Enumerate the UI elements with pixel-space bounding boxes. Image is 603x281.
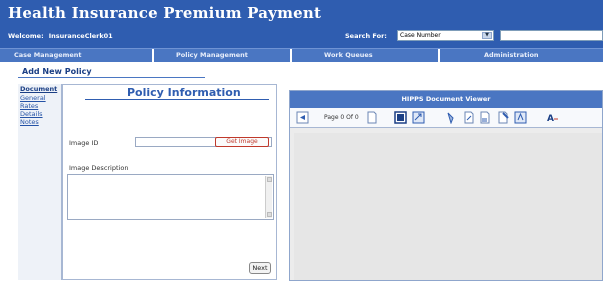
menu-case-management[interactable]: Case Management [14,49,82,62]
menu-separator [152,49,154,62]
welcome-label: Welcome: [8,32,44,40]
image-id-label: Image ID [69,139,99,147]
page-title: Add New Policy [22,67,92,76]
menu-policy-management[interactable]: Policy Management [176,49,248,62]
viewer-title: HIPPS Document Viewer [401,95,491,103]
image-description-label: Image Description [69,164,129,172]
select-icon[interactable] [478,111,491,124]
chevron-down-icon[interactable]: ▼ [482,32,492,39]
viewer-toolbar: Page 0 Of 0 A [290,108,602,128]
search-input[interactable] [500,30,603,41]
heading-divider [85,99,269,100]
nav-item-document[interactable]: Document [20,85,57,93]
user-name: InsuranceClerk01 [48,32,113,40]
textarea-scrollbar[interactable] [265,176,272,218]
zoom-icon[interactable] [412,111,425,124]
page-forward-icon[interactable] [365,111,378,124]
rotate-left-icon[interactable] [444,111,457,124]
menu-work-queues[interactable]: Work Queues [324,49,373,62]
menu-separator [438,49,440,62]
get-image-button[interactable]: Get Image [215,137,269,147]
viewer-titlebar: HIPPS Document Viewer [290,91,602,108]
page-indicator: Page 0 Of 0 [324,114,359,121]
page-back-icon[interactable] [296,111,309,124]
nav-item-rates[interactable]: Rates [20,102,38,110]
panel-heading: Policy Information [127,86,241,99]
app-header: Health Insurance Premium Payment Welcome… [0,0,603,48]
text-icon[interactable] [514,111,527,124]
main-menu: Case Management Policy Management Work Q… [0,48,603,62]
search-type-value: Case Number [400,32,441,39]
document-viewer: HIPPS Document Viewer Page 0 Of 0 A [289,90,603,281]
search-type-select[interactable]: Case Number ▼ [397,30,494,41]
menu-separator [290,49,292,62]
scroll-down-icon[interactable] [267,212,272,217]
search-label: Search For: [345,32,387,40]
policy-information-panel: Policy Information Image ID Get Image Im… [62,84,277,280]
welcome-row: Welcome: InsuranceClerk01 [8,32,113,40]
annotate-icon[interactable] [496,111,509,124]
app-title: Health Insurance Premium Payment [8,4,322,22]
next-button[interactable]: Next [249,262,271,274]
document-canvas[interactable] [294,133,602,280]
font-icon[interactable]: A [546,111,559,124]
section-nav: Document General Rates Details Notes [18,84,62,280]
svg-text:A: A [547,114,554,124]
nav-item-general[interactable]: General [20,94,46,102]
menu-administration[interactable]: Administration [484,49,539,62]
scroll-up-icon[interactable] [267,177,272,182]
nav-item-notes[interactable]: Notes [20,118,39,126]
image-description-field[interactable] [67,174,274,220]
fit-window-icon[interactable] [394,111,407,124]
nav-item-details[interactable]: Details [20,110,43,118]
rotate-right-icon[interactable] [462,111,475,124]
title-divider [18,77,205,78]
